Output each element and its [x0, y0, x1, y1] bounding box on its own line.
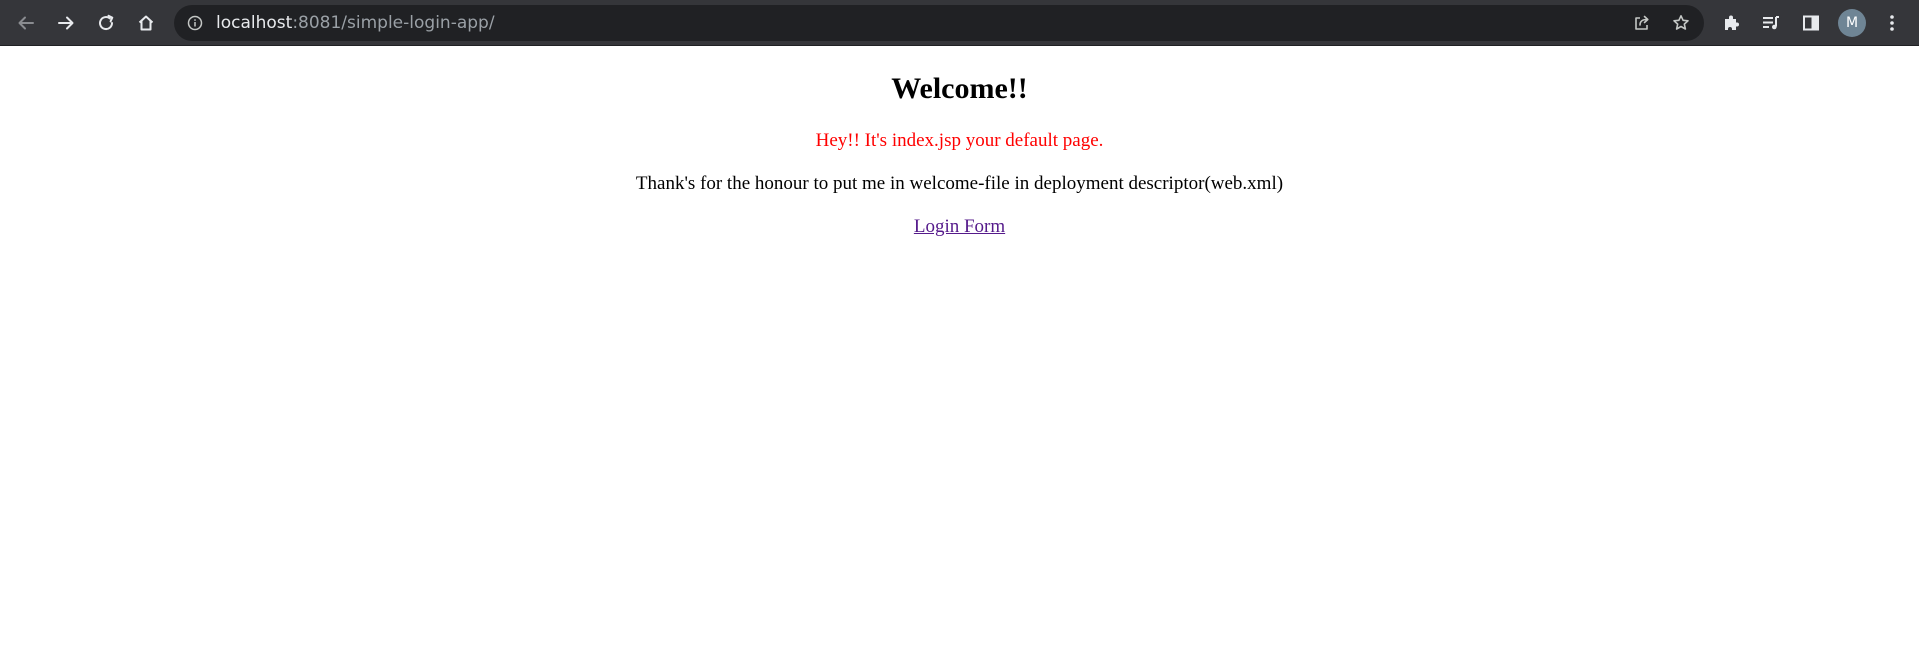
extensions-button[interactable] — [1715, 7, 1747, 39]
profile-avatar[interactable]: M — [1838, 9, 1866, 37]
url-text[interactable]: localhost:8081/simple-login-app/ — [216, 5, 495, 41]
side-panel-icon — [1801, 13, 1821, 33]
site-info-icon[interactable] — [186, 14, 204, 32]
thanks-message: Thank's for the honour to put me in welc… — [635, 173, 1284, 194]
puzzle-icon — [1721, 13, 1741, 33]
back-arrow-icon — [16, 13, 36, 33]
back-button[interactable] — [10, 7, 42, 39]
star-icon — [1671, 13, 1691, 33]
page-title: Welcome!! — [891, 72, 1028, 105]
url-path: :8081/simple-login-app/ — [292, 13, 495, 33]
page-content: Welcome!! Hey!! It's index.jsp your defa… — [0, 46, 1919, 665]
kebab-menu-icon — [1882, 13, 1902, 33]
bookmark-button[interactable] — [1665, 7, 1697, 39]
reload-icon — [96, 13, 116, 33]
share-icon — [1632, 13, 1652, 33]
forward-arrow-icon — [56, 13, 76, 33]
reload-button[interactable] — [90, 7, 122, 39]
browser-toolbar: localhost:8081/simple-login-app/ M — [0, 0, 1919, 46]
address-bar[interactable]: localhost:8081/simple-login-app/ — [174, 5, 1704, 41]
home-button[interactable] — [130, 7, 162, 39]
login-form-link[interactable]: Login Form — [914, 216, 1005, 237]
side-panel-button[interactable] — [1795, 7, 1827, 39]
default-page-message: Hey!! It's index.jsp your default page. — [815, 130, 1104, 151]
home-icon — [136, 13, 156, 33]
login-link-container: Login Form — [0, 215, 1919, 239]
share-button[interactable] — [1626, 7, 1658, 39]
forward-button[interactable] — [50, 7, 82, 39]
media-control-button[interactable] — [1755, 7, 1787, 39]
menu-button[interactable] — [1876, 7, 1908, 39]
url-host: localhost — [216, 13, 293, 33]
playlist-icon — [1761, 13, 1781, 33]
